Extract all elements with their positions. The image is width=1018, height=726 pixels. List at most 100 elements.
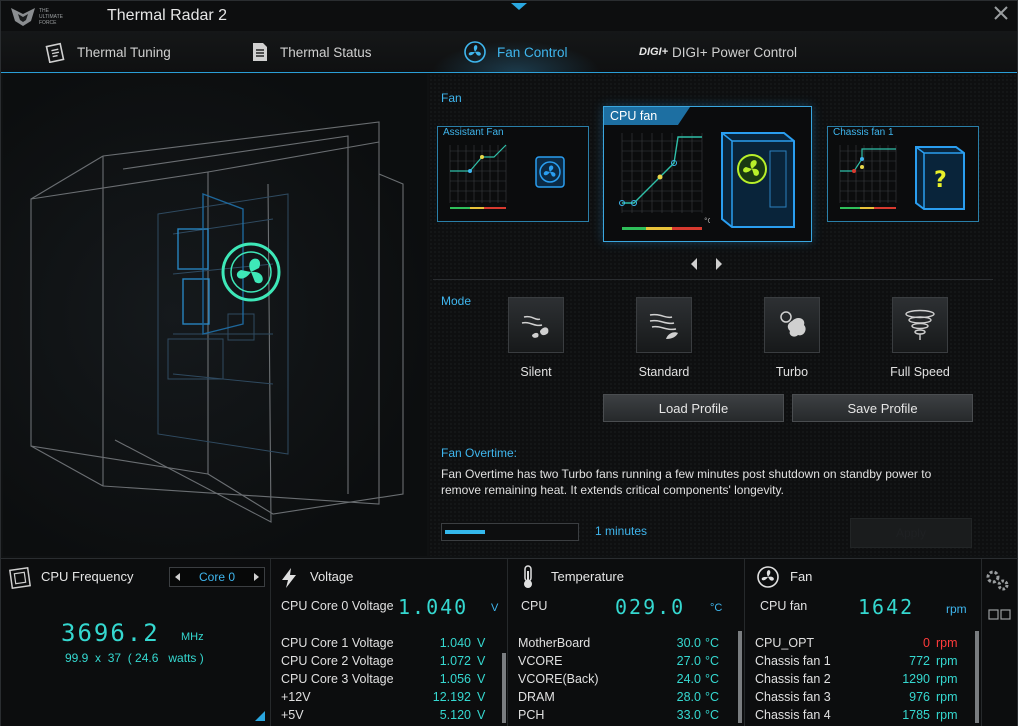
list-row-value: 24.0 bbox=[676, 672, 701, 686]
list-row-unit: V bbox=[477, 636, 486, 650]
list-row-value: 1.072 bbox=[439, 654, 471, 668]
temperature-main-label: CPU bbox=[521, 599, 548, 613]
close-icon bbox=[994, 6, 1008, 20]
pc-case-wireframe bbox=[30, 121, 404, 523]
cpu-frequency-detail: 99.9 x 37 ( 24.6 watts ) bbox=[65, 651, 204, 665]
mode-section-label: Mode bbox=[441, 294, 472, 308]
layout-toggle-button[interactable] bbox=[987, 607, 1013, 621]
load-profile-button[interactable]: Load Profile bbox=[603, 394, 784, 422]
overtime-slider[interactable] bbox=[441, 523, 579, 541]
fan-curve-chart bbox=[839, 145, 897, 209]
voltage-scrollbar[interactable] bbox=[502, 653, 506, 723]
chevron-left-icon[interactable] bbox=[174, 572, 182, 582]
chevron-left-icon bbox=[691, 258, 697, 270]
thermal-radar-window: THE ULTIMATE FORCE Thermal Radar 2 Therm… bbox=[0, 0, 1018, 726]
list-row-label: CPU Core 3 Voltage bbox=[281, 672, 394, 686]
resize-corner-icon bbox=[255, 711, 265, 721]
mode-label-full-speed: Full Speed bbox=[890, 365, 950, 379]
list-row-value: 5.120 bbox=[439, 708, 471, 722]
list-row-label: PCH bbox=[518, 708, 545, 722]
voltage-main-label: CPU Core 0 Voltage bbox=[281, 599, 394, 613]
tab-fan-control[interactable]: Fan Control bbox=[463, 37, 568, 67]
fan-status-main-value: 1642 bbox=[858, 595, 915, 619]
list-row-unit: rpm bbox=[936, 708, 958, 722]
divider bbox=[433, 279, 993, 280]
list-row-unit: V bbox=[477, 708, 486, 722]
title-bar: THE ULTIMATE FORCE Thermal Radar 2 bbox=[1, 1, 1017, 31]
voltage-panel: Voltage CPU Core 0 Voltage 1.040 V CPU C… bbox=[272, 559, 508, 726]
chevron-right-icon[interactable] bbox=[252, 572, 260, 582]
list-row-unit: rpm bbox=[936, 636, 958, 650]
voltage-main-unit: V bbox=[491, 602, 499, 614]
list-row-value: 772 bbox=[909, 654, 930, 668]
cpu-frequency-title: CPU Frequency bbox=[41, 569, 134, 584]
mode-silent-button[interactable] bbox=[508, 297, 564, 353]
fan-status-scrollbar[interactable] bbox=[975, 631, 979, 723]
mode-full-speed-button[interactable] bbox=[892, 297, 948, 353]
close-button[interactable] bbox=[989, 4, 1013, 28]
cpu-frequency-unit: MHz bbox=[181, 631, 204, 643]
fan-card-title: CPU fan bbox=[604, 107, 690, 125]
main-tabs: Thermal Tuning Thermal Status Fan Contro… bbox=[1, 31, 1017, 73]
tab-thermal-status[interactable]: Thermal Status bbox=[250, 37, 372, 67]
list-row-value: 1785 bbox=[902, 708, 930, 722]
fan-status-main-unit: rpm bbox=[946, 602, 967, 616]
mode-standard-button[interactable] bbox=[636, 297, 692, 353]
fan-card-cpu[interactable]: CPU fan °C bbox=[603, 106, 812, 242]
list-row-unit: °C bbox=[705, 708, 720, 722]
list-row-label: Chassis fan 2 bbox=[755, 672, 831, 686]
fan-status-title: Fan bbox=[790, 569, 813, 584]
list-row-value: 33.0 bbox=[676, 708, 701, 722]
next-fan-button[interactable] bbox=[714, 257, 724, 271]
list-row-label: +12V bbox=[281, 690, 311, 704]
settings-button[interactable] bbox=[983, 567, 1015, 599]
prev-fan-button[interactable] bbox=[689, 257, 699, 271]
fan-overtime-label: Fan Overtime: bbox=[441, 446, 518, 460]
list-row-value: 976 bbox=[909, 690, 930, 704]
temperature-scrollbar[interactable] bbox=[738, 631, 742, 723]
tab-label: Thermal Status bbox=[280, 44, 372, 60]
list-row-value: 1.040 bbox=[439, 636, 471, 650]
fan-card-title: Chassis fan 1 bbox=[833, 127, 894, 138]
list-row-value: 1290 bbox=[902, 672, 930, 686]
tab-digi-power-control[interactable]: DIGI+ DIGI+ Power Control bbox=[639, 37, 797, 67]
core-selector-value: Core 0 bbox=[198, 570, 236, 584]
logo-text: THE ULTIMATE FORCE bbox=[39, 8, 63, 26]
core-selector[interactable]: Core 0 bbox=[169, 567, 265, 587]
list-row-value: 27.0 bbox=[676, 654, 701, 668]
mode-label-turbo: Turbo bbox=[775, 365, 809, 379]
list-row-value: 12.192 bbox=[432, 690, 471, 704]
mode-label-silent: Silent bbox=[520, 365, 552, 379]
status-bar: CPU Frequency Core 0 3696.2 MHz 99.9 x 3… bbox=[1, 558, 1017, 726]
temperature-main-unit: °C bbox=[710, 602, 723, 614]
chevron-right-icon bbox=[716, 258, 722, 270]
list-row-unit: rpm bbox=[936, 672, 958, 686]
list-row-label: VCORE(Back) bbox=[518, 672, 599, 686]
collapse-arrow-icon[interactable] bbox=[511, 3, 527, 10]
temperature-title: Temperature bbox=[551, 569, 624, 584]
fan-card-assistant[interactable]: Assistant Fan bbox=[437, 126, 589, 222]
fan-card-title: Assistant Fan bbox=[443, 127, 504, 138]
windows-icon bbox=[988, 609, 1011, 620]
list-row-label: VCORE bbox=[518, 654, 563, 668]
list-row-unit: °C bbox=[705, 672, 720, 686]
list-row-label: MotherBoard bbox=[518, 636, 591, 650]
save-profile-button[interactable]: Save Profile bbox=[792, 394, 973, 422]
fan-card-chassis-1[interactable]: Chassis fan 1 ? bbox=[827, 126, 979, 222]
voltage-main-value: 1.040 bbox=[398, 595, 469, 619]
list-row-label: Chassis fan 3 bbox=[755, 690, 831, 704]
fan-status-panel: Fan CPU fan 1642 rpm CPU_OPT 0 rpm Chassis … bbox=[746, 559, 982, 726]
cpu-frequency-value: 3696.2 bbox=[61, 619, 160, 647]
list-row-value: 0 bbox=[923, 636, 930, 650]
list-row-unit: rpm bbox=[936, 690, 958, 704]
fan-curve-chart: °C bbox=[619, 133, 710, 230]
mode-turbo-button[interactable] bbox=[764, 297, 820, 353]
list-row-value: 28.0 bbox=[676, 690, 701, 704]
mode-label-standard: Standard bbox=[638, 365, 690, 379]
list-row-label: Chassis fan 4 bbox=[755, 708, 831, 722]
thermometer-icon bbox=[524, 565, 532, 588]
list-row-unit: °C bbox=[705, 636, 720, 650]
apply-button[interactable]: Apply bbox=[850, 518, 972, 548]
tab-thermal-tuning[interactable]: Thermal Tuning bbox=[45, 37, 171, 67]
cpu-frequency-panel: CPU Frequency Core 0 3696.2 MHz 99.9 x 3… bbox=[1, 559, 271, 726]
